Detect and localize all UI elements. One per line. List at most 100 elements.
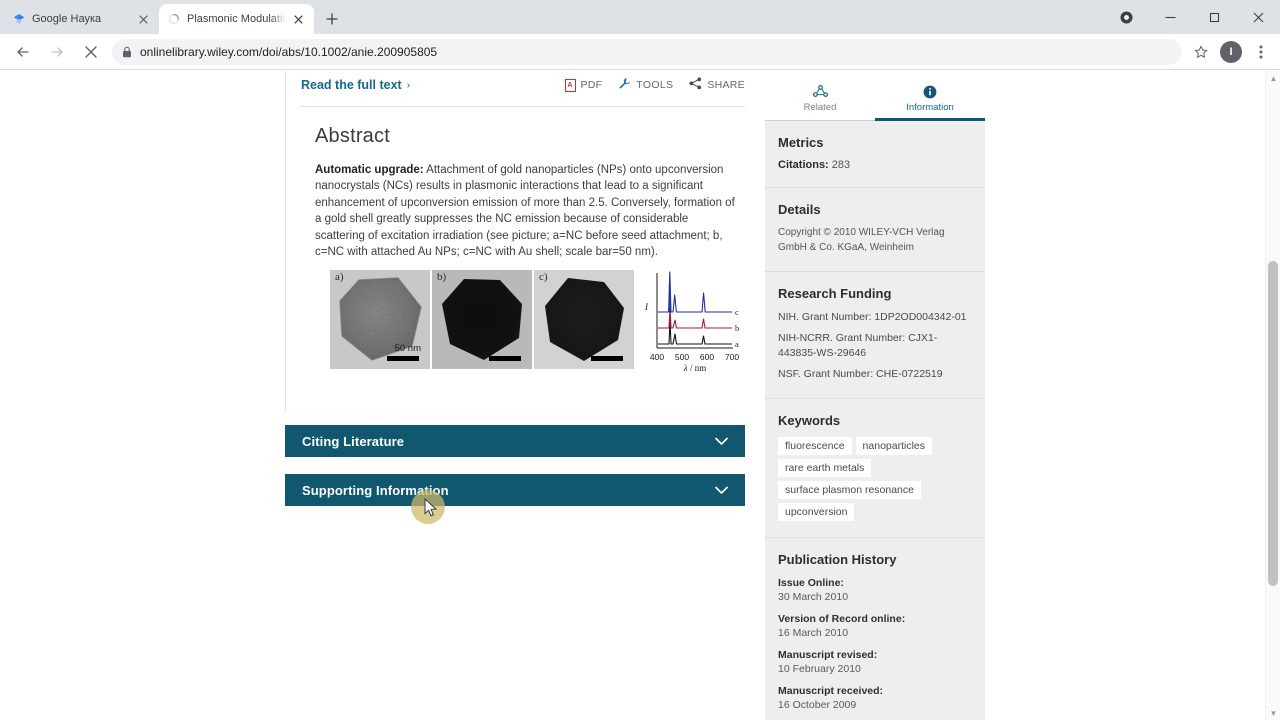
svg-text:500: 500 — [675, 352, 689, 362]
page-scrollbar[interactable]: ▲ ▼ — [1265, 71, 1280, 720]
chevron-right-icon: › — [407, 80, 410, 91]
chevron-down-icon[interactable] — [715, 483, 728, 498]
browser-tab-google-scholar[interactable]: Google Наука — [4, 4, 159, 34]
svg-text:I: I — [644, 302, 649, 312]
article-figure[interactable]: a) 50 nm — [330, 270, 745, 374]
tab-related-label: Related — [804, 102, 837, 113]
citations-value: 283 — [832, 159, 850, 171]
emission-spectrum-chart: I 400 500 600 700 λ / nm — [640, 270, 740, 374]
svg-text:λ / nm: λ / nm — [683, 363, 706, 373]
scalebar — [387, 356, 419, 361]
share-label: SHARE — [707, 79, 745, 91]
panel-label-c: c) — [539, 271, 548, 283]
svg-text:b: b — [735, 323, 739, 333]
panel-label-b: b) — [437, 271, 446, 283]
pdf-icon: A — [565, 79, 576, 92]
keyword-chip[interactable]: surface plasmon resonance — [778, 481, 921, 499]
history-entry: Issue Online: 30 March 2010 — [778, 576, 972, 604]
keyword-chip[interactable]: nanoparticles — [856, 437, 932, 455]
keywords-section: Keywords fluorescence nanoparticles rare… — [765, 399, 985, 538]
keyword-chip[interactable]: rare earth metals — [778, 459, 871, 477]
toolbar-right-actions: I — [1188, 39, 1274, 65]
record-indicator-icon[interactable] — [1104, 1, 1148, 33]
history-value: 16 October 2009 — [778, 698, 972, 712]
history-entry: Manuscript revised: 10 February 2010 — [778, 648, 972, 676]
forward-button[interactable] — [43, 38, 71, 66]
nanocrystal-b-image — [434, 274, 530, 366]
history-entry: Version of Record online: 16 March 2010 — [778, 612, 972, 640]
scrollbar-thumb[interactable] — [1268, 261, 1278, 586]
read-full-text-link[interactable]: Read the full text › — [301, 78, 410, 92]
accordion-supporting-information[interactable]: Supporting Information — [285, 474, 745, 506]
keyword-chip[interactable]: fluorescence — [778, 437, 852, 455]
svg-text:400: 400 — [650, 352, 664, 362]
details-heading: Details — [778, 202, 972, 217]
publication-history-section: Publication History Issue Online: 30 Mar… — [765, 538, 985, 720]
scroll-down-arrow-icon[interactable]: ▼ — [1266, 706, 1280, 720]
browser-toolbar: onlinelibrary.wiley.com/doi/abs/10.1002/… — [0, 34, 1280, 70]
browser-tab-plasmonic-modulation[interactable]: Plasmonic Modulation of the Up — [159, 4, 314, 34]
tools-label: TOOLS — [636, 79, 673, 91]
share-icon — [689, 77, 702, 93]
scroll-up-arrow-icon[interactable]: ▲ — [1266, 71, 1280, 85]
article-info-sidebar: Related Information — [765, 71, 985, 720]
sidebar-tabs: Related Information — [765, 71, 985, 121]
url-text: onlinelibrary.wiley.com/doi/abs/10.1002/… — [140, 45, 437, 59]
grant-item: NIH-NCRR. Grant Number: CJX1-443835-WS-2… — [778, 331, 972, 361]
abstract-lead-in: Automatic upgrade: — [315, 164, 424, 176]
history-entry: Manuscript received: 16 October 2009 — [778, 684, 972, 712]
wiley-article-page: Read the full text › A PDF — [0, 71, 1265, 720]
history-value: 30 March 2010 — [778, 590, 972, 604]
back-button[interactable] — [9, 38, 37, 66]
accordion-citing-literature[interactable]: Citing Literature — [285, 425, 745, 457]
maximize-button[interactable] — [1192, 1, 1236, 33]
svg-text:a: a — [735, 339, 739, 349]
minimize-button[interactable] — [1148, 1, 1192, 33]
abstract-heading: Abstract — [315, 125, 745, 148]
abstract-text: Automatic upgrade: Attachment of gold na… — [315, 162, 737, 260]
close-icon[interactable] — [135, 11, 151, 27]
tab-title: Plasmonic Modulation of the Up — [187, 13, 286, 26]
tab-related[interactable]: Related — [765, 71, 875, 120]
address-bar[interactable]: onlinelibrary.wiley.com/doi/abs/10.1002/… — [112, 39, 1182, 65]
close-window-button[interactable] — [1236, 1, 1280, 33]
google-scholar-icon — [12, 13, 25, 26]
metrics-section: Metrics Citations: 283 — [765, 121, 985, 188]
bookmark-star-icon[interactable] — [1188, 39, 1214, 65]
kebab-menu-icon[interactable] — [1248, 39, 1274, 65]
tab-information-label: Information — [906, 102, 954, 113]
micrograph-panel-a: a) 50 nm — [330, 270, 430, 369]
window-controls — [1104, 0, 1280, 34]
share-button[interactable]: SHARE — [689, 77, 745, 93]
research-funding-heading: Research Funding — [778, 286, 972, 301]
chevron-down-icon[interactable] — [715, 434, 728, 449]
tab-strip: Google Наука Plasmonic Modulation of the… — [0, 0, 1280, 34]
wrench-icon — [618, 77, 631, 93]
research-funding-section: Research Funding NIH. Grant Number: 1DP2… — [765, 272, 985, 399]
citations-row: Citations: 283 — [778, 159, 972, 171]
tools-button[interactable]: TOOLS — [618, 77, 673, 93]
accordion-title: Citing Literature — [302, 434, 404, 449]
keyword-chip[interactable]: upconversion — [778, 503, 854, 521]
tab-information[interactable]: Information — [875, 71, 985, 120]
scalebar — [489, 356, 521, 361]
micrograph-panel-b: b) — [432, 270, 532, 369]
citations-label: Citations: — [778, 159, 829, 171]
read-full-text-label: Read the full text — [301, 78, 402, 92]
page-viewport: Read the full text › A PDF — [0, 71, 1280, 720]
metrics-heading: Metrics — [778, 135, 972, 150]
keyword-list: fluorescence nanoparticles rare earth me… — [778, 437, 972, 521]
profile-avatar[interactable]: I — [1220, 41, 1242, 63]
micrograph-panel-c: c) — [534, 270, 634, 369]
tab-title: Google Наука — [32, 13, 131, 26]
spectrum-svg: I 400 500 600 700 λ / nm — [640, 270, 740, 374]
grant-item: NIH. Grant Number: 1DP2OD004342-01 — [778, 310, 972, 325]
new-tab-button[interactable] — [318, 5, 346, 33]
pdf-button[interactable]: A PDF — [565, 79, 603, 92]
close-icon[interactable] — [290, 11, 306, 27]
stop-loading-button[interactable] — [77, 38, 105, 66]
panel-label-a: a) — [335, 271, 344, 283]
info-circle-icon — [923, 85, 937, 99]
header-divider — [301, 106, 745, 107]
grant-item: NSF. Grant Number: CHE-0722519 — [778, 367, 972, 382]
